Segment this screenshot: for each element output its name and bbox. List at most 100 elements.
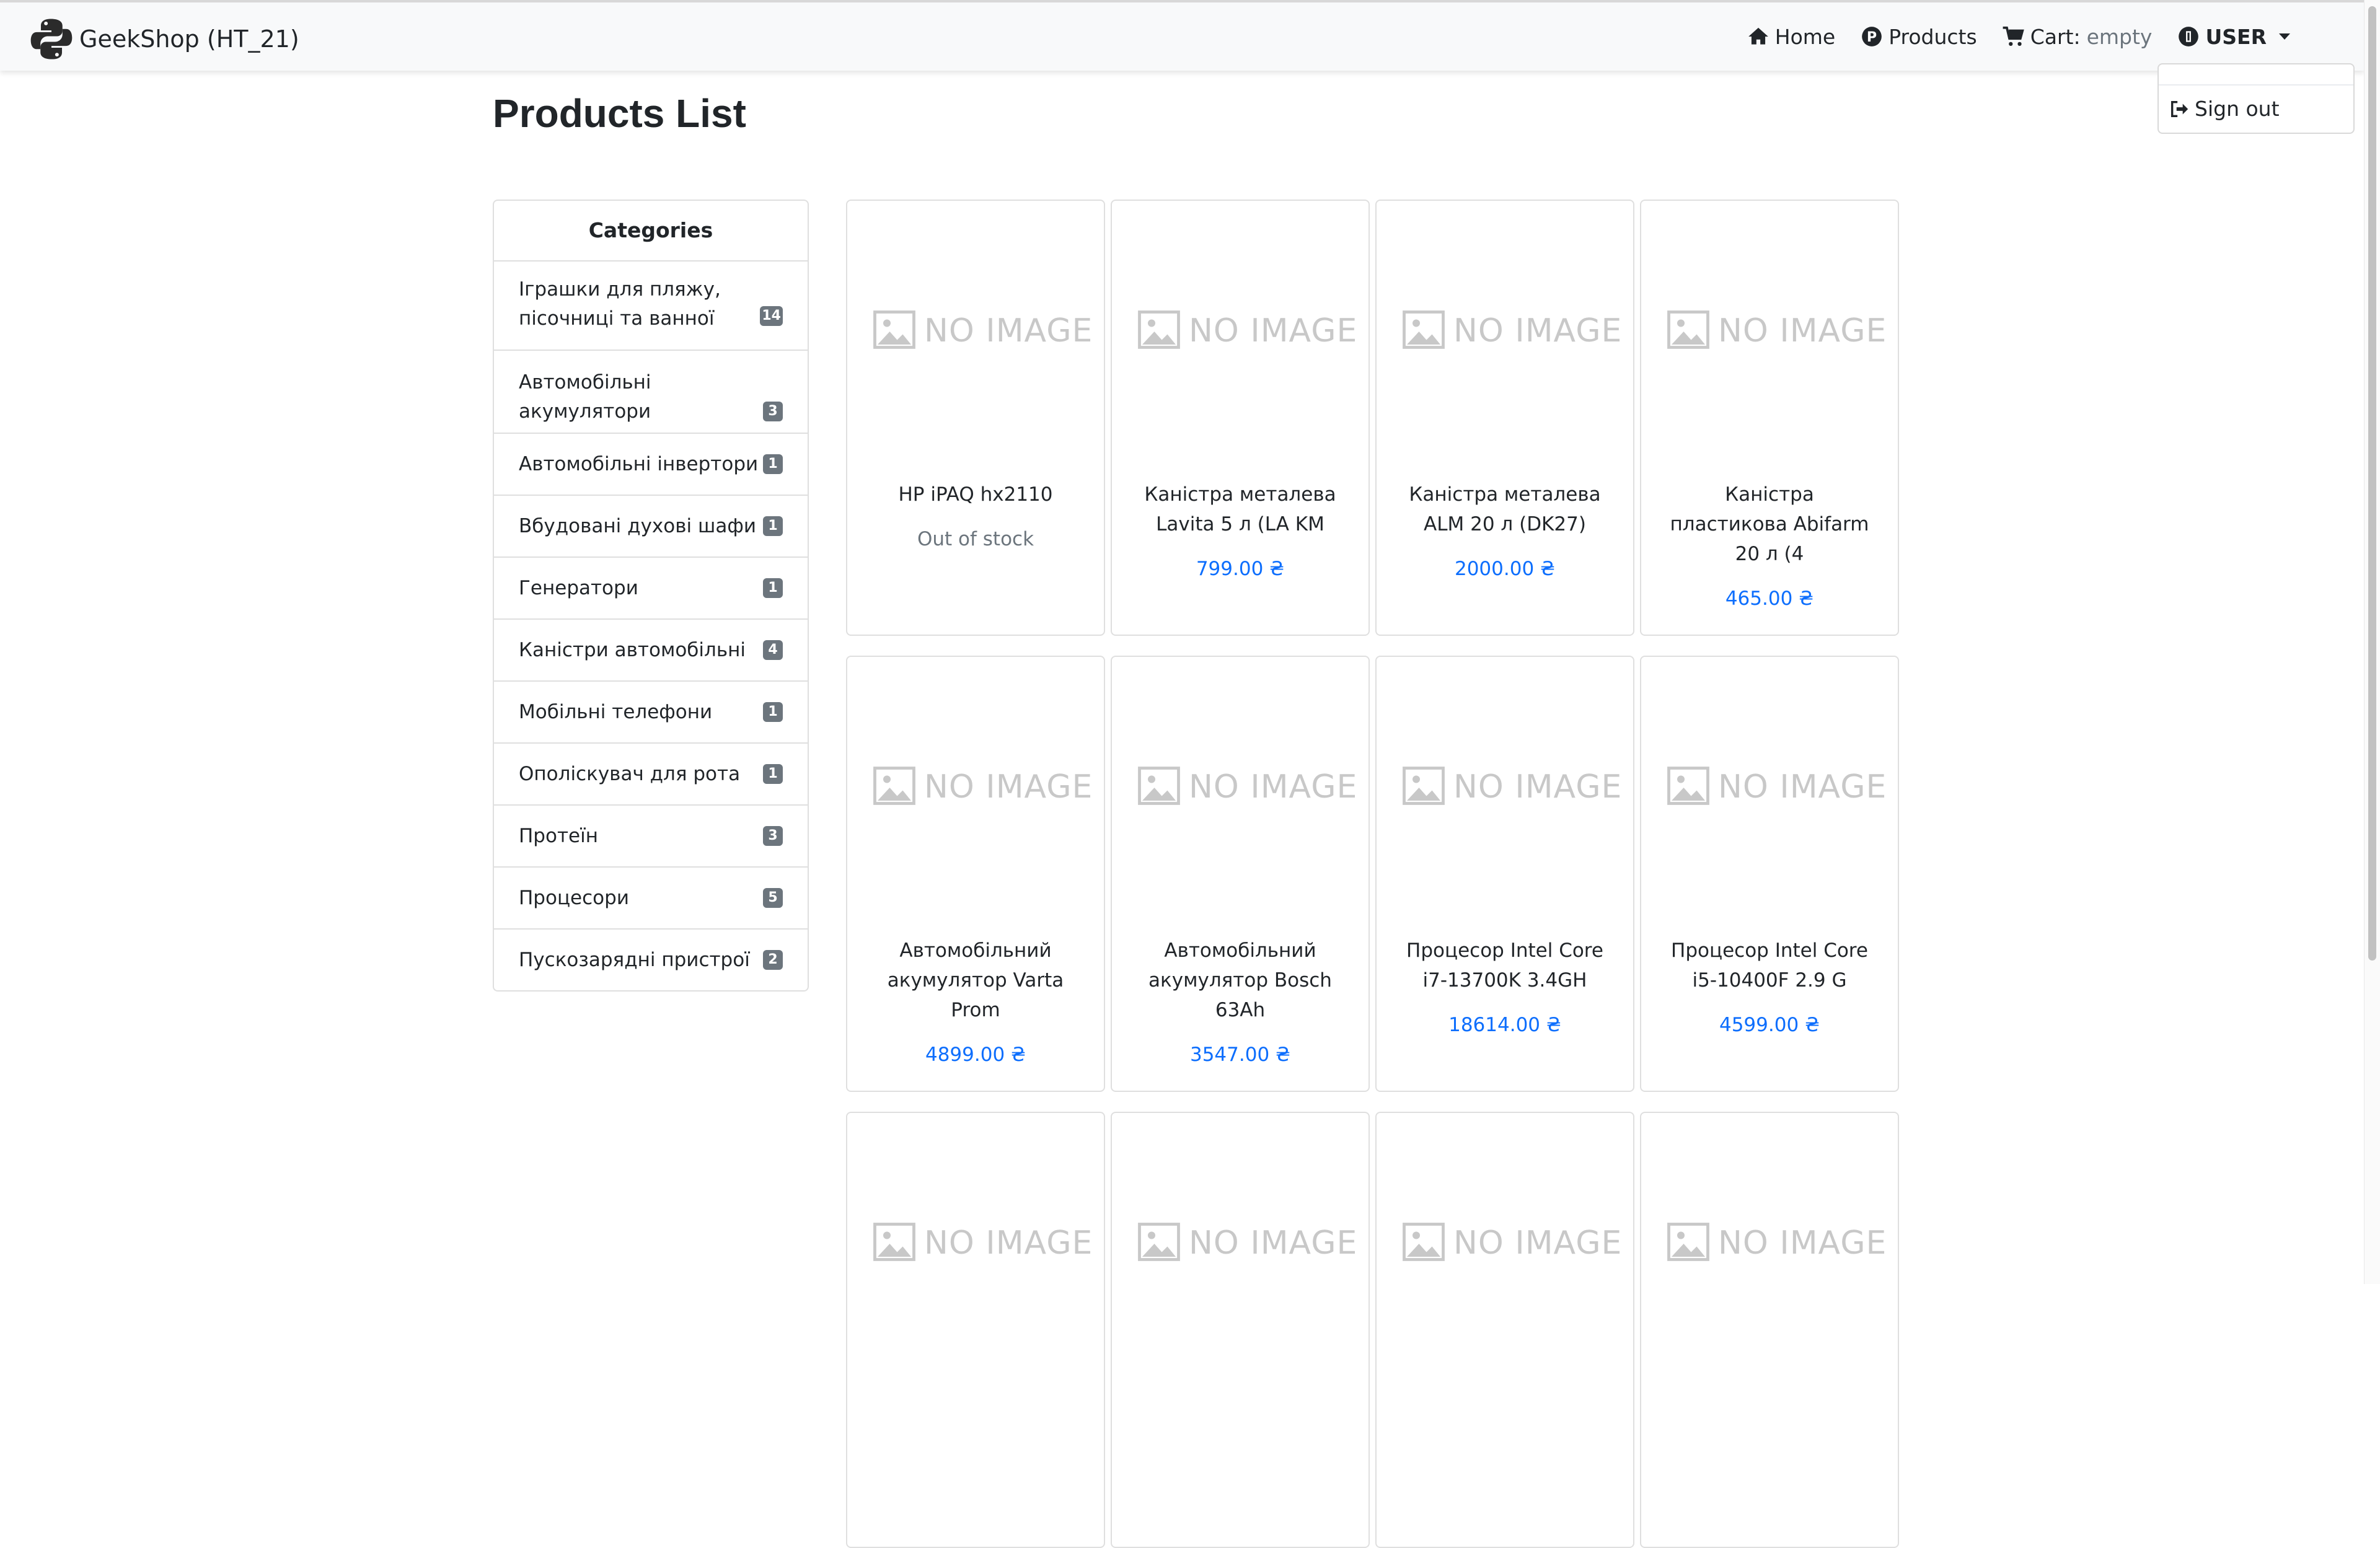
product-card[interactable]: NO IMAGE HP iPAQ hx2110 Out of stock — [846, 200, 1105, 636]
user-dropdown-menu: Sign out — [2157, 63, 2355, 134]
no-image-placeholder: NO IMAGE — [872, 762, 1092, 812]
product-card[interactable]: NO IMAGE Процесор Intel Core i7-13700K 3.… — [1375, 656, 1634, 1092]
python-logo-icon — [30, 19, 73, 59]
categories-list: Categories Іграшки для пляжу, пісочниці … — [493, 200, 809, 992]
product-card[interactable]: NO IMAGE — [1375, 1112, 1634, 1548]
user-label: USER — [2205, 24, 2267, 49]
category-count-badge: 3 — [763, 402, 783, 421]
product-card[interactable]: NO IMAGE Каністра металева ALM 20 л (DK27… — [1375, 200, 1634, 636]
no-image-text: NO IMAGE — [1718, 1225, 1887, 1262]
brand-link[interactable]: GeekShop (HT_21) — [29, 16, 299, 62]
category-label: Іграшки для пляжу, пісочниці та ванної — [519, 278, 721, 330]
nav-products[interactable]: P Products — [1860, 25, 1977, 49]
product-title: Процесор Intel Core i5-10400F 2.9 G — [1671, 939, 1868, 992]
category-label: Автомобільні інвертори — [519, 452, 759, 475]
sign-out-link[interactable]: Sign out — [2169, 97, 2280, 121]
category-item[interactable]: Генератори 1 — [494, 558, 808, 620]
nav-cart[interactable]: Cart: empty — [2002, 24, 2153, 49]
product-title: Автомобільний акумулятор Varta Prom — [887, 939, 1064, 1021]
scrollbar-thumb[interactable] — [2368, 6, 2376, 961]
category-item[interactable]: Каністри автомобільні 4 — [494, 620, 808, 682]
category-count-badge: 5 — [763, 888, 783, 908]
product-card[interactable]: NO IMAGE Каністра металева Lavita 5 л (LA… — [1111, 200, 1370, 636]
product-card[interactable]: NO IMAGE — [1111, 1112, 1370, 1548]
category-item[interactable]: Мобільні телефони 1 — [494, 682, 808, 744]
product-card-body: Процесор Intel Core i7-13700K 3.4GH 18614… — [1377, 936, 1633, 1040]
image-placeholder-icon — [1401, 307, 1446, 354]
user-dropdown-toggle[interactable]: USER — [2177, 25, 2290, 49]
category-item[interactable]: Автомобільні акумулятори 3 — [494, 351, 808, 434]
product-price: 465.00 ₴ — [1725, 587, 1814, 610]
product-card-body: Каністра металева ALM 20 л (DK27) 2000.00… — [1377, 480, 1633, 584]
product-card[interactable]: NO IMAGE Автомобільний акумулятор Bosch 6… — [1111, 656, 1370, 1092]
svg-text:P: P — [1867, 29, 1877, 45]
category-item[interactable]: Автомобільні інвертори 1 — [494, 434, 808, 496]
category-item[interactable]: Пускозарядні пристрої 2 — [494, 930, 808, 990]
product-card-body: Каністра пластикова Abifarm 20 л (4 465.0… — [1641, 480, 1898, 613]
product-title: Каністра пластикова Abifarm 20 л (4 — [1670, 483, 1869, 565]
chevron-down-icon — [2279, 33, 2290, 40]
product-card[interactable]: NO IMAGE Автомобільний акумулятор Varta P… — [846, 656, 1105, 1092]
product-price: 4899.00 ₴ — [925, 1044, 1026, 1066]
category-count-badge: 1 — [763, 702, 783, 722]
image-placeholder-icon — [872, 1220, 917, 1267]
product-price: 18614.00 ₴ — [1448, 1014, 1561, 1036]
cart-status: empty — [2086, 24, 2153, 49]
product-card-body — [847, 1392, 1104, 1407]
product-price: 3547.00 ₴ — [1189, 1044, 1291, 1066]
category-count-badge: 1 — [763, 454, 783, 474]
image-placeholder-icon — [1666, 763, 1711, 811]
nav-home[interactable]: Home — [1747, 25, 1835, 49]
category-label: Мобільні телефони — [519, 700, 713, 723]
product-price: Out of stock — [917, 528, 1034, 550]
no-image-text: NO IMAGE — [1189, 1225, 1358, 1262]
no-image-placeholder: NO IMAGE — [872, 1218, 1092, 1268]
category-label: Автомобільні акумулятори — [519, 371, 651, 423]
sign-out-icon — [2171, 100, 2188, 117]
no-image-text: NO IMAGE — [1718, 312, 1887, 350]
no-image-text: NO IMAGE — [1453, 768, 1623, 806]
product-price: 2000.00 ₴ — [1454, 558, 1556, 580]
no-image-placeholder: NO IMAGE — [1401, 306, 1621, 356]
product-card-body: Процесор Intel Core i5-10400F 2.9 G 4599.… — [1641, 936, 1898, 1040]
page-scrollbar[interactable] — [2364, 0, 2380, 1284]
no-image-placeholder: NO IMAGE — [872, 306, 1092, 356]
nav-cart-label: Cart: — [2030, 24, 2081, 49]
product-card[interactable]: NO IMAGE Каністра пластикова Abifarm 20 л… — [1640, 200, 1899, 636]
image-placeholder-icon — [1137, 763, 1181, 811]
category-item[interactable]: Ополіскувач для рота 1 — [494, 744, 808, 806]
category-item[interactable]: Вбудовані духові шафи 1 — [494, 496, 808, 558]
no-image-placeholder: NO IMAGE — [1401, 1218, 1621, 1268]
product-price: 4599.00 ₴ — [1719, 1014, 1820, 1036]
image-placeholder-icon — [1666, 1220, 1711, 1267]
user-badge-icon — [2179, 27, 2199, 46]
category-item[interactable]: Процесори 5 — [494, 868, 808, 930]
category-count-badge: 1 — [763, 516, 783, 536]
category-count-badge: 14 — [760, 306, 783, 326]
category-item[interactable]: Протеїн 3 — [494, 806, 808, 868]
nav-home-label: Home — [1774, 24, 1836, 49]
no-image-placeholder: NO IMAGE — [1137, 762, 1357, 812]
product-title: Каністра металева ALM 20 л (DK27) — [1409, 483, 1601, 535]
product-title: HP iPAQ hx2110 — [898, 483, 1053, 506]
no-image-text: NO IMAGE — [1718, 768, 1887, 806]
category-label: Вбудовані духові шафи — [519, 514, 756, 537]
category-count-badge: 2 — [763, 950, 783, 970]
no-image-placeholder: NO IMAGE — [1137, 1218, 1357, 1268]
image-placeholder-icon — [1137, 1220, 1181, 1267]
product-card[interactable]: NO IMAGE — [846, 1112, 1105, 1548]
category-label: Протеїн — [519, 824, 598, 847]
category-label: Генератори — [519, 576, 638, 599]
no-image-placeholder: NO IMAGE — [1137, 306, 1357, 356]
image-placeholder-icon — [1401, 1220, 1446, 1267]
image-placeholder-icon — [1666, 307, 1711, 354]
no-image-text: NO IMAGE — [924, 312, 1093, 350]
dropdown-divider — [2159, 84, 2353, 86]
nav-products-label: Products — [1889, 24, 1977, 49]
no-image-placeholder: NO IMAGE — [1666, 762, 1886, 812]
category-item[interactable]: Іграшки для пляжу, пісочниці та ванної 14 — [494, 262, 808, 351]
product-card[interactable]: NO IMAGE Процесор Intel Core i5-10400F 2.… — [1640, 656, 1899, 1092]
product-title: Процесор Intel Core i7-13700K 3.4GH — [1406, 939, 1603, 992]
product-card-body — [1377, 1392, 1633, 1407]
product-card[interactable]: NO IMAGE — [1640, 1112, 1899, 1548]
